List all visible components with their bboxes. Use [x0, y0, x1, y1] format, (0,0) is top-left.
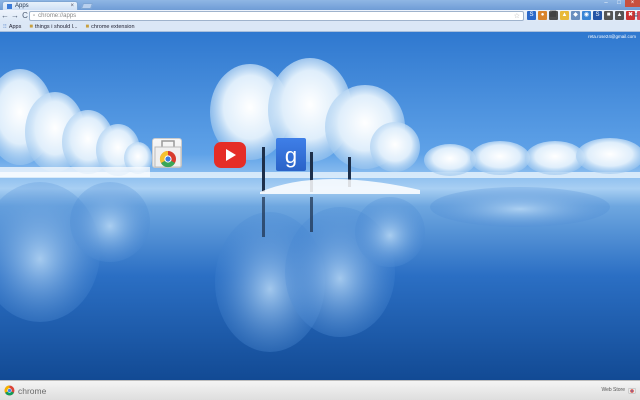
bookmark-label: Apps: [8, 23, 22, 30]
tab-close-icon[interactable]: ×: [70, 2, 74, 10]
back-button[interactable]: ←: [0, 11, 10, 21]
apps-grid-icon: ⁝⁝: [3, 24, 7, 30]
chrome-brand-text: chrome: [18, 385, 47, 396]
bookmark-folder-chrome-extension[interactable]: ■ chrome extension: [86, 24, 135, 30]
page-icon: ▫: [33, 13, 36, 19]
bookmarks-bar: ⁝⁝ Apps ■ things i should l... ■ chrome …: [0, 22, 640, 32]
minimize-button[interactable]: –: [600, 0, 612, 7]
apps-page: reta.rose24@gmail.com g: [0, 32, 640, 380]
bookmark-folder-things[interactable]: ■ things i should l...: [29, 24, 77, 30]
tab-title: Apps: [15, 3, 29, 9]
ext-4-icon[interactable]: ▲: [560, 11, 569, 20]
tab-apps[interactable]: Apps ×: [2, 1, 78, 10]
toolbar: ← → C ▫ chrome://apps ☆ S●⬛▲◆◉S■▲✖♥ ≡: [0, 10, 640, 22]
tab-strip: Apps × – □ ×: [0, 0, 640, 10]
bookmark-star-icon[interactable]: ☆: [514, 12, 520, 21]
maximize-button[interactable]: □: [613, 0, 625, 7]
folder-icon: ■: [85, 23, 90, 30]
ext-8-icon[interactable]: ■: [604, 11, 613, 20]
google-g-icon: g: [285, 143, 297, 168]
apps-favicon-icon: [7, 3, 12, 9]
winter-lake-wallpaper: [0, 58, 640, 352]
svg-text:g: g: [285, 143, 297, 168]
bottom-bar: chrome Web Store: [0, 380, 640, 400]
ext-6-icon[interactable]: ◉: [582, 11, 591, 20]
url-text[interactable]: chrome://apps: [38, 13, 76, 19]
bookmark-apps[interactable]: ⁝⁝ Apps: [3, 23, 22, 31]
right-trees: [424, 138, 640, 176]
web-store-icon[interactable]: [628, 386, 636, 394]
chrome-logo-icon: [4, 385, 15, 396]
folder-icon: ■: [29, 23, 33, 30]
app-youtube[interactable]: [214, 142, 246, 168]
bookmark-label: chrome extension: [91, 23, 135, 30]
app-google-search[interactable]: g: [276, 138, 306, 171]
web-store-link[interactable]: Web Store: [601, 387, 625, 393]
left-trees: [0, 69, 152, 177]
app-chrome-web-store[interactable]: [152, 138, 182, 168]
account-email[interactable]: reta.rose24@gmail.com: [588, 34, 636, 39]
ext-7-icon[interactable]: S: [593, 11, 602, 20]
youtube-play-icon: [226, 149, 236, 161]
ext-1-icon[interactable]: S: [527, 11, 536, 20]
close-window-button[interactable]: ×: [625, 0, 640, 7]
ext-5-icon[interactable]: ◆: [571, 11, 580, 20]
ext-3-icon[interactable]: ⬛: [549, 11, 558, 20]
address-bar[interactable]: ▫ chrome://apps ☆: [29, 11, 524, 21]
forward-button[interactable]: →: [10, 11, 20, 21]
lake-reflections: [0, 182, 610, 352]
ext-2-icon[interactable]: ●: [538, 11, 547, 20]
extension-icons: S●⬛▲◆◉S■▲✖♥: [527, 11, 640, 20]
bookmark-label: things i should l...: [35, 23, 78, 30]
ext-9-icon[interactable]: ▲: [615, 11, 624, 20]
chrome-menu-icon[interactable]: ≡: [633, 11, 638, 21]
new-tab-button[interactable]: [80, 3, 94, 9]
chrome-web-store-icon: [154, 140, 182, 168]
